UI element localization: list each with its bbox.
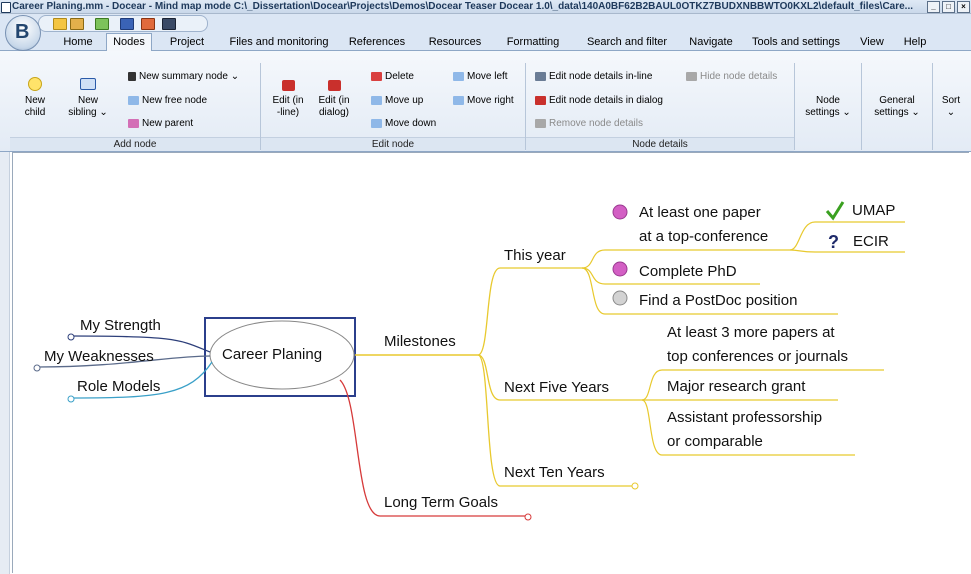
node-professorship-line2[interactable]: or comparable — [667, 433, 763, 451]
fold-role-models[interactable] — [67, 395, 75, 403]
node-milestones[interactable]: Milestones — [384, 333, 456, 351]
node-role-models[interactable]: Role Models — [77, 378, 160, 396]
node-my-weaknesses[interactable]: My Weaknesses — [44, 348, 154, 366]
node-next-ten-years[interactable]: Next Ten Years — [504, 464, 605, 482]
node-paper-line1[interactable]: At least one paper — [639, 204, 761, 222]
node-paper-line2[interactable]: at a top-conference — [639, 228, 768, 246]
node-postdoc[interactable]: Find a PostDoc position — [639, 292, 797, 310]
node-papers-line1[interactable]: At least 3 more papers at — [667, 324, 835, 342]
fold-my-weaknesses[interactable] — [33, 364, 41, 372]
checkmark-icon — [825, 201, 845, 221]
question-icon: ? — [828, 232, 839, 252]
mindmap-edges: ? — [33, 201, 905, 521]
node-umap[interactable]: UMAP — [852, 202, 895, 220]
node-next-five-years[interactable]: Next Five Years — [504, 379, 609, 397]
fold-next-ten[interactable] — [631, 482, 639, 490]
edge-this-year — [477, 267, 582, 356]
fold-long-term-goals[interactable] — [524, 513, 532, 521]
node-long-term-goals[interactable]: Long Term Goals — [384, 494, 498, 512]
pink-ball-icon — [612, 204, 628, 220]
grey-ball-icon — [612, 290, 628, 306]
node-complete-phd[interactable]: Complete PhD — [639, 263, 737, 281]
node-this-year[interactable]: This year — [504, 247, 566, 265]
root-node-label[interactable]: Career Planing — [222, 346, 322, 364]
node-grant[interactable]: Major research grant — [667, 378, 805, 396]
pink-ball-icon — [612, 261, 628, 277]
node-my-strength[interactable]: My Strength — [80, 317, 161, 335]
node-professorship-line1[interactable]: Assistant professorship — [667, 409, 822, 427]
node-ecir[interactable]: ECIR — [853, 233, 889, 251]
fold-my-strength[interactable] — [67, 333, 75, 341]
docear-logo-button[interactable] — [5, 15, 41, 51]
node-papers-line2[interactable]: top conferences or journals — [667, 348, 848, 366]
